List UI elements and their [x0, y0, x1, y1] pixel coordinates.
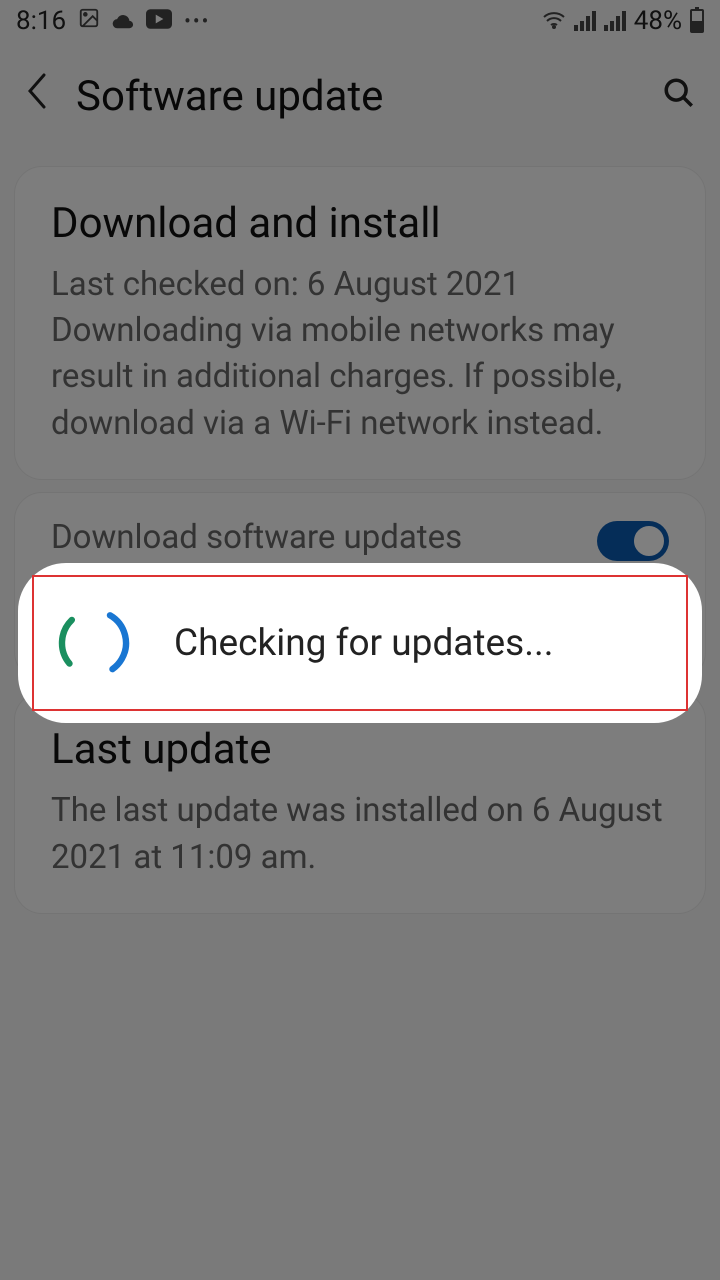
spinner-icon	[54, 603, 134, 683]
dialog-highlight: Checking for updates...	[32, 575, 688, 711]
checking-dialog: Checking for updates...	[18, 563, 702, 723]
dialog-text: Checking for updates...	[174, 622, 554, 665]
